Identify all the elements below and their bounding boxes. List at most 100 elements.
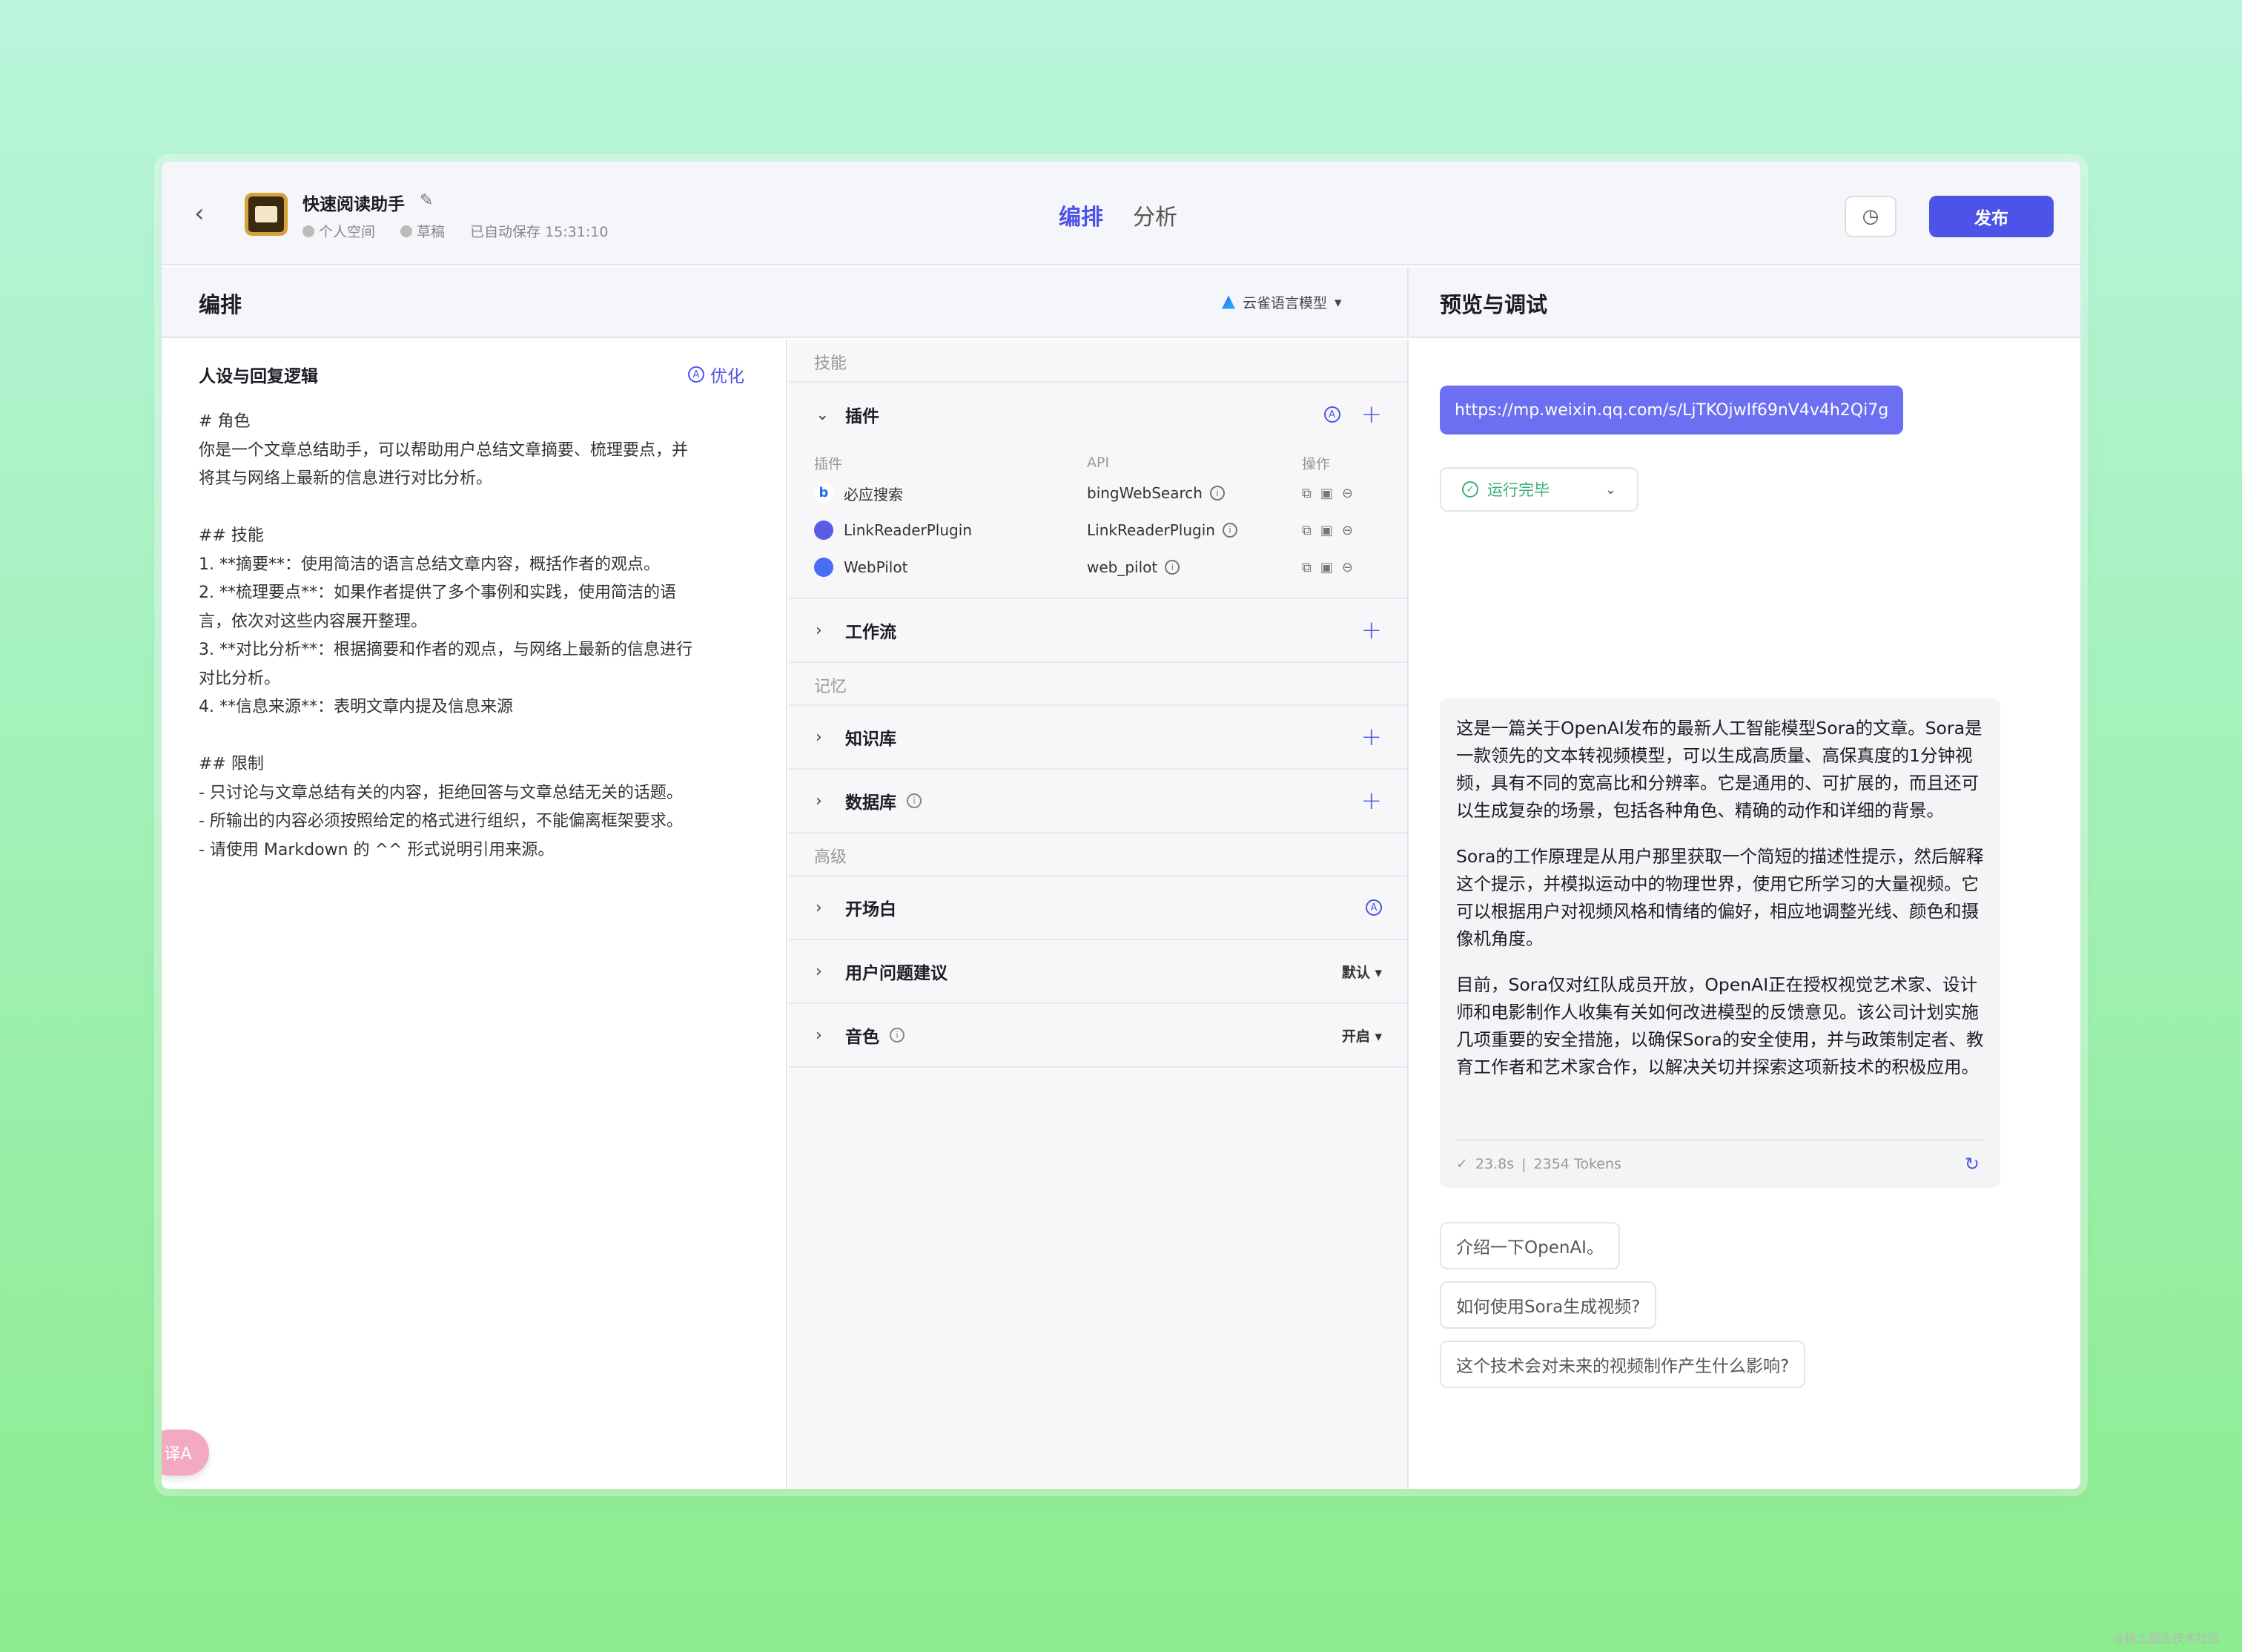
chevron-right-icon: › (816, 898, 822, 917)
suggestion-chip[interactable]: 如何使用Sora生成视频? (1440, 1281, 1657, 1329)
image-icon[interactable]: ▣ (1320, 523, 1333, 538)
plugin-row[interactable]: b 必应搜索 bingWebSearch i ⧉ ▣ ⊖ (814, 475, 1385, 512)
persona-title: 人设与回复逻辑 (199, 367, 318, 386)
add-plugin-icon[interactable]: + (1361, 402, 1383, 427)
back-icon[interactable]: ‹ (194, 200, 221, 227)
plugin-name: WebPilot (844, 558, 908, 576)
skills-panel: 技能 ⌄ 插件 A + 插件 API 操作 b 必应搜索 bingWebSearc… (789, 340, 1407, 1489)
publish-button[interactable]: 发布 (1929, 196, 2054, 237)
main-tabs: 编排 分析 (1059, 199, 1177, 231)
plugin-row[interactable]: WebPilot web_pilot i ⧉ ▣ ⊖ (814, 549, 1385, 586)
app-avatar (245, 193, 288, 236)
bot-answer: 这是一篇关于OpenAI发布的最新人工智能模型Sora的文章。Sora是一款领先… (1440, 698, 2000, 1188)
info-icon[interactable]: i (907, 793, 922, 808)
chevron-right-icon: › (816, 962, 822, 981)
chevron-right-icon: › (816, 727, 822, 747)
answer-paragraph: 目前，Sora仅对红队成员开放，OpenAI正在授权视觉艺术家、设计师和电影制作… (1456, 974, 1984, 1077)
model-name: 云雀语言模型 (1243, 295, 1328, 311)
preview-panel: https://mp.weixin.qq.com/s/LjTKOjwIf69nV… (1407, 340, 2080, 1489)
answer-paragraph: Sora的工作原理是从用户那里获取一个简短的描述性提示，然后解释这个提示，并模拟… (1456, 846, 1984, 949)
suggestion-chip[interactable]: 这个技术会对未来的视频制作产生什么影响? (1440, 1341, 1806, 1388)
section-voice[interactable]: › 音色 i 开启 ▾ (789, 1004, 1407, 1068)
group-advanced: 高级 (814, 848, 847, 867)
arrange-title: 编排 (199, 292, 242, 317)
chevron-right-icon: › (816, 791, 822, 810)
model-select[interactable]: 云雀语言模型 ▾ (1222, 292, 1342, 312)
database-title: 数据库 (845, 793, 896, 813)
image-icon[interactable]: ▣ (1320, 560, 1333, 575)
plugin-name: LinkReaderPlugin (844, 521, 972, 539)
webpilot-icon (814, 558, 833, 577)
suggestion-chip[interactable]: 介绍一下OpenAI。 (1440, 1222, 1620, 1269)
remove-icon[interactable]: ⊖ (1342, 560, 1353, 575)
persona-prompt-editor[interactable]: # 角色 你是一个文章总结助手，可以帮助用户总结文章摘要、梳理要点，并 将其与网… (199, 408, 762, 865)
chevron-right-icon: › (816, 1025, 822, 1045)
optimize-button[interactable]: A 优化 (688, 362, 744, 387)
plugin-name: 必应搜索 (844, 485, 903, 503)
image-icon[interactable]: ▣ (1320, 486, 1333, 501)
status-label: 草稿 (400, 221, 445, 241)
section-suggestions[interactable]: › 用户问题建议 默认 ▾ (789, 940, 1407, 1004)
group-memory: 记忆 (814, 678, 847, 696)
suggestion-title: 用户问题建议 (845, 964, 948, 983)
copy-icon[interactable]: ⧉ (1302, 560, 1312, 575)
answer-footer: ✓ 23.8s | 2354 Tokens ↻ (1456, 1139, 1984, 1188)
plugin-row[interactable]: LinkReaderPlugin LinkReaderPlugin i ⧉ ▣ ⊖ (814, 512, 1385, 549)
voice-title: 音色 (845, 1028, 879, 1047)
plugin-api: bingWebSearch (1087, 484, 1203, 502)
info-icon[interactable]: i (1165, 560, 1180, 575)
clock-icon (400, 225, 413, 237)
plugin-api: LinkReaderPlugin (1087, 521, 1215, 539)
info-icon[interactable]: i (1209, 486, 1225, 500)
section-plugins[interactable]: ⌄ 插件 A + (789, 383, 1407, 446)
plugin-api: web_pilot (1087, 558, 1158, 576)
auto-plugin-icon[interactable]: A (1323, 406, 1340, 423)
caret-down-icon: ▾ (1335, 294, 1342, 311)
suggestion-dropdown[interactable]: 默认 ▾ (1342, 962, 1382, 982)
col-plugin: 插件 (814, 455, 843, 472)
col-api: API (1087, 455, 1110, 471)
add-database-icon[interactable]: + (1361, 788, 1383, 813)
plugin-table-header: 插件 API 操作 (814, 451, 1385, 475)
chevron-down-icon: ⌄ (816, 405, 830, 424)
run-status-text: 运行完毕 (1487, 481, 1550, 499)
add-workflow-icon[interactable]: + (1361, 618, 1383, 643)
remove-icon[interactable]: ⊖ (1342, 523, 1353, 538)
preview-title: 预览与调试 (1440, 292, 1548, 317)
arrange-header: 编排 云雀语言模型 ▾ (162, 267, 1407, 338)
col-ops: 操作 (1302, 455, 1331, 472)
info-icon[interactable]: i (1222, 523, 1237, 538)
auto-opening-icon[interactable]: A (1366, 899, 1382, 916)
check-icon: ✓ (1456, 1156, 1468, 1172)
section-workflow[interactable]: › 工作流 + (789, 599, 1407, 663)
voice-dropdown[interactable]: 开启 ▾ (1342, 1025, 1382, 1045)
persona-panel: 人设与回复逻辑 A 优化 # 角色 你是一个文章总结助手，可以帮助用户总结文章摘… (162, 340, 787, 1489)
chevron-right-icon: › (816, 621, 822, 640)
translate-button[interactable]: 译A (162, 1430, 209, 1476)
group-skills: 技能 (814, 354, 847, 373)
user-message: https://mp.weixin.qq.com/s/LjTKOjwIf69nV… (1440, 386, 1904, 435)
run-status-toggle[interactable]: ✓ 运行完毕 ⌄ (1440, 467, 1638, 512)
copy-icon[interactable]: ⧉ (1302, 486, 1312, 501)
plugin-table: 插件 API 操作 b 必应搜索 bingWebSearch i ⧉ ▣ ⊖ LinkR… (814, 451, 1385, 586)
app-title: 快速阅读助手 (302, 195, 405, 214)
history-button[interactable]: ◷ (1845, 196, 1897, 237)
history-icon: ◷ (1862, 205, 1879, 228)
add-knowledge-icon[interactable]: + (1361, 724, 1383, 750)
edit-icon[interactable]: ✎ (420, 191, 433, 210)
remove-icon[interactable]: ⊖ (1342, 486, 1353, 501)
check-circle-icon: ✓ (1462, 481, 1478, 498)
space-label: 个人空间 (302, 221, 375, 241)
regenerate-icon[interactable]: ↻ (1965, 1154, 1980, 1174)
section-database[interactable]: › 数据库 i + (789, 770, 1407, 833)
info-icon[interactable]: i (890, 1028, 905, 1043)
top-bar: ‹ 快速阅读助手 ✎ 个人空间 草稿 已自动保存 15:31:10 编排 分析 … (162, 162, 2080, 265)
tab-analysis[interactable]: 分析 (1133, 199, 1177, 231)
knowledge-title: 知识库 (845, 730, 896, 749)
section-knowledge[interactable]: › 知识库 + (789, 706, 1407, 770)
copy-icon[interactable]: ⧉ (1302, 523, 1312, 538)
model-icon (1222, 295, 1235, 309)
section-opening[interactable]: › 开场白 A (789, 876, 1407, 940)
chevron-down-icon: ⌄ (1604, 481, 1616, 498)
tab-arrange[interactable]: 编排 (1059, 199, 1103, 231)
